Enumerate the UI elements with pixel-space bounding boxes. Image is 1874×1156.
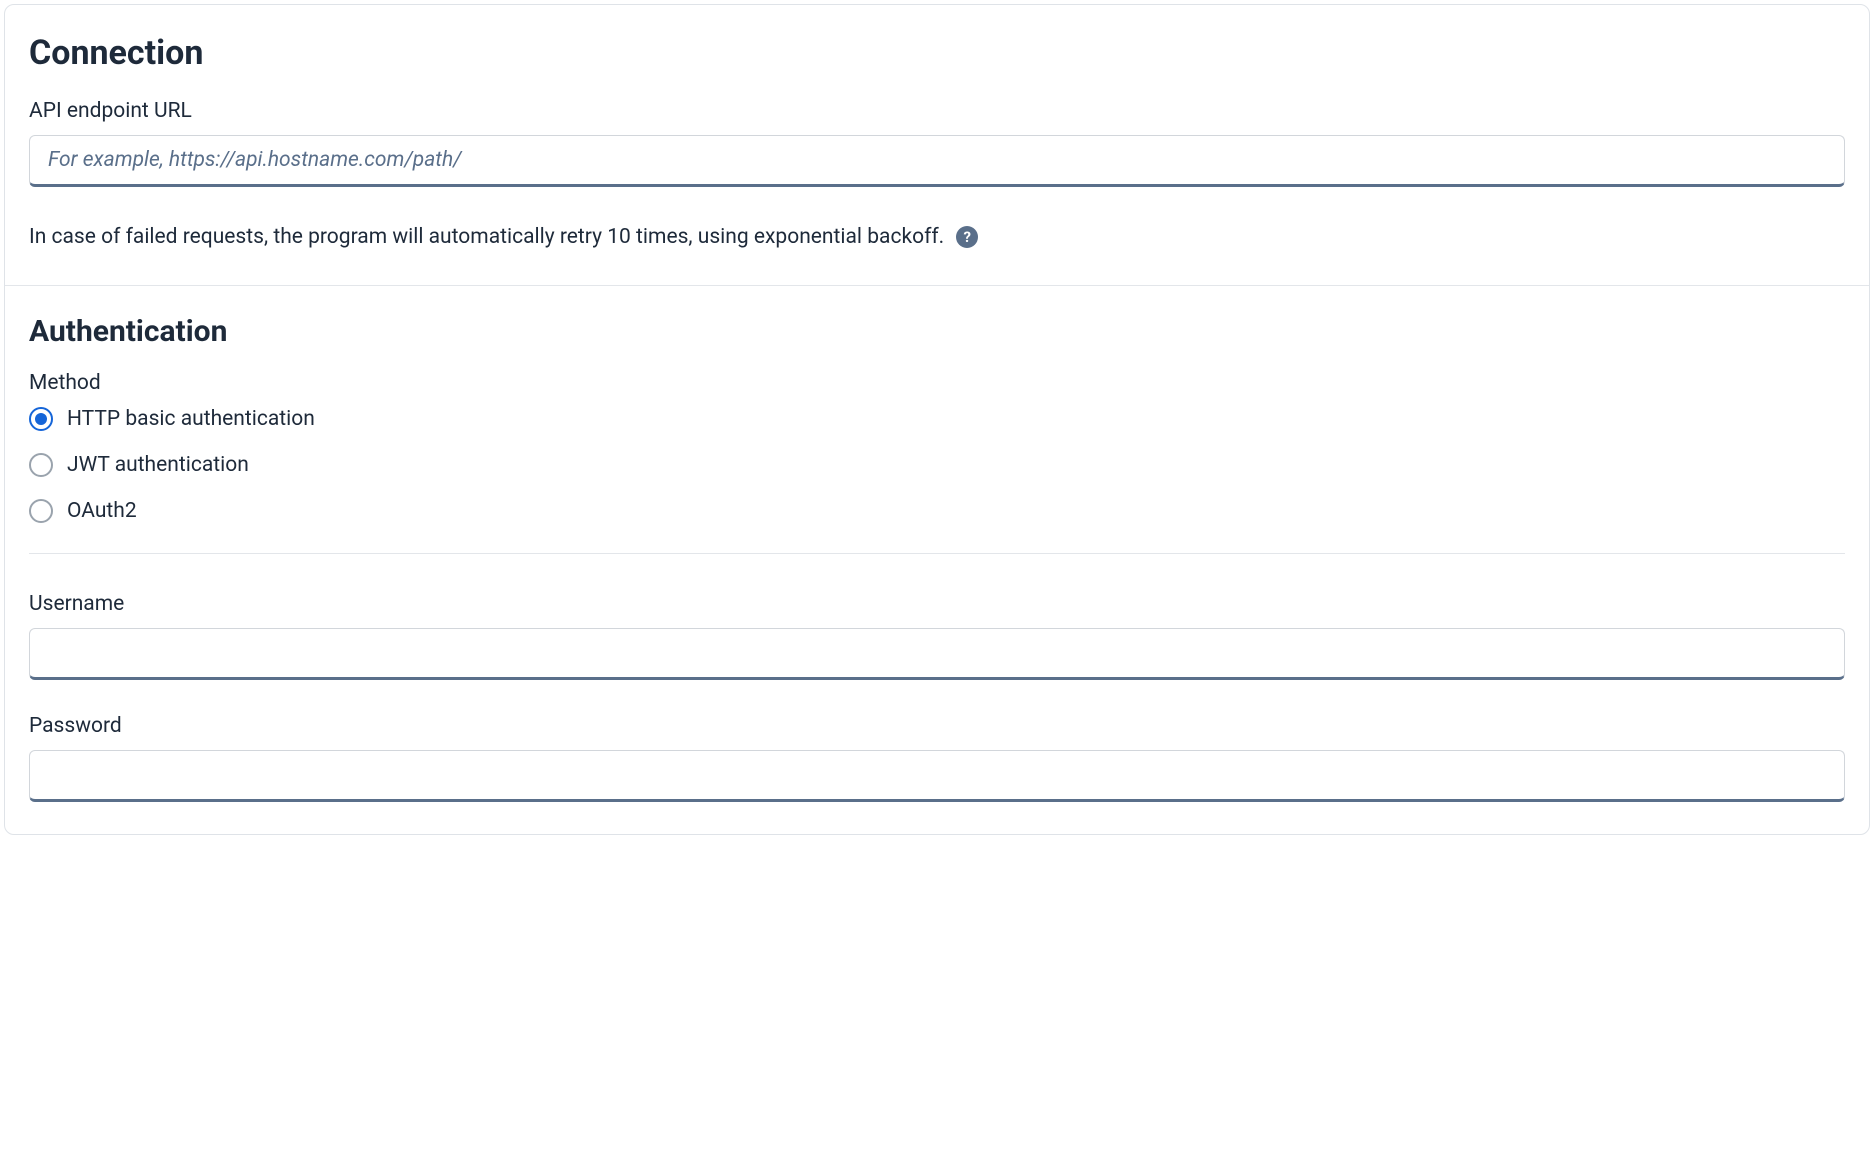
- auth-divider: [29, 553, 1845, 554]
- retry-helper-text: In case of failed requests, the program …: [29, 225, 944, 249]
- radio-label: HTTP basic authentication: [67, 407, 315, 431]
- username-label: Username: [29, 592, 1845, 616]
- auth-method-jwt[interactable]: JWT authentication: [29, 453, 1845, 477]
- username-input[interactable]: [29, 628, 1845, 680]
- method-label: Method: [29, 371, 1845, 395]
- section-divider: [5, 285, 1869, 286]
- auth-method-http-basic[interactable]: HTTP basic authentication: [29, 407, 1845, 431]
- api-endpoint-label: API endpoint URL: [29, 99, 1845, 123]
- settings-panel: Connection API endpoint URL In case of f…: [4, 4, 1870, 835]
- radio-label: JWT authentication: [67, 453, 249, 477]
- authentication-title: Authentication: [29, 314, 1845, 349]
- password-label: Password: [29, 714, 1845, 738]
- connection-title: Connection: [29, 33, 1845, 73]
- radio-icon: [29, 407, 53, 431]
- help-icon[interactable]: ?: [956, 226, 978, 248]
- api-endpoint-field: API endpoint URL: [29, 99, 1845, 187]
- api-endpoint-input[interactable]: [29, 135, 1845, 187]
- username-field: Username: [29, 592, 1845, 680]
- auth-method-radio-group: HTTP basic authentication JWT authentica…: [29, 407, 1845, 523]
- password-input[interactable]: [29, 750, 1845, 802]
- retry-helper-row: In case of failed requests, the program …: [29, 225, 1845, 249]
- radio-label: OAuth2: [67, 499, 137, 523]
- auth-method-oauth2[interactable]: OAuth2: [29, 499, 1845, 523]
- radio-icon: [29, 499, 53, 523]
- radio-icon: [29, 453, 53, 477]
- password-field: Password: [29, 714, 1845, 802]
